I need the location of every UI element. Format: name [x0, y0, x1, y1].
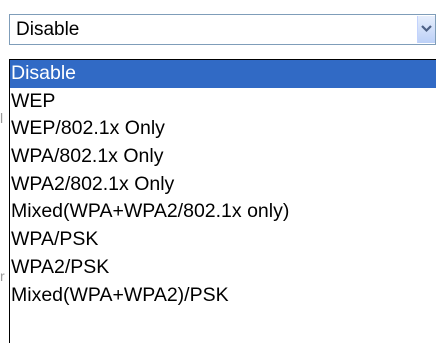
option-wpa-8021x-only[interactable]: WPA/802.1x Only	[10, 143, 436, 171]
option-wep-8021x-only[interactable]: WEP/802.1x Only	[10, 115, 436, 143]
option-wpa-psk[interactable]: WPA/PSK	[10, 226, 436, 254]
option-mixed-wpa-wpa2-psk[interactable]: Mixed(WPA+WPA2)/PSK	[10, 282, 436, 310]
option-disable[interactable]: Disable	[10, 60, 436, 88]
option-mixed-wpa-wpa2-8021x-only[interactable]: Mixed(WPA+WPA2/802.1x only)	[10, 198, 436, 226]
option-wep[interactable]: WEP	[10, 88, 436, 116]
security-mode-select[interactable]: Disable	[9, 14, 436, 45]
option-wpa2-8021x-only[interactable]: WPA2/802.1x Only	[10, 171, 436, 199]
security-mode-dropdown-list[interactable]: Disable WEP WEP/802.1x Only WPA/802.1x O…	[9, 59, 436, 343]
chevron-down-icon[interactable]	[417, 16, 435, 43]
select-current-value: Disable	[16, 19, 80, 40]
option-wpa2-psk[interactable]: WPA2/PSK	[10, 254, 436, 282]
background-text-fragment: r	[0, 268, 5, 284]
background-text-fragment: l	[0, 110, 4, 126]
